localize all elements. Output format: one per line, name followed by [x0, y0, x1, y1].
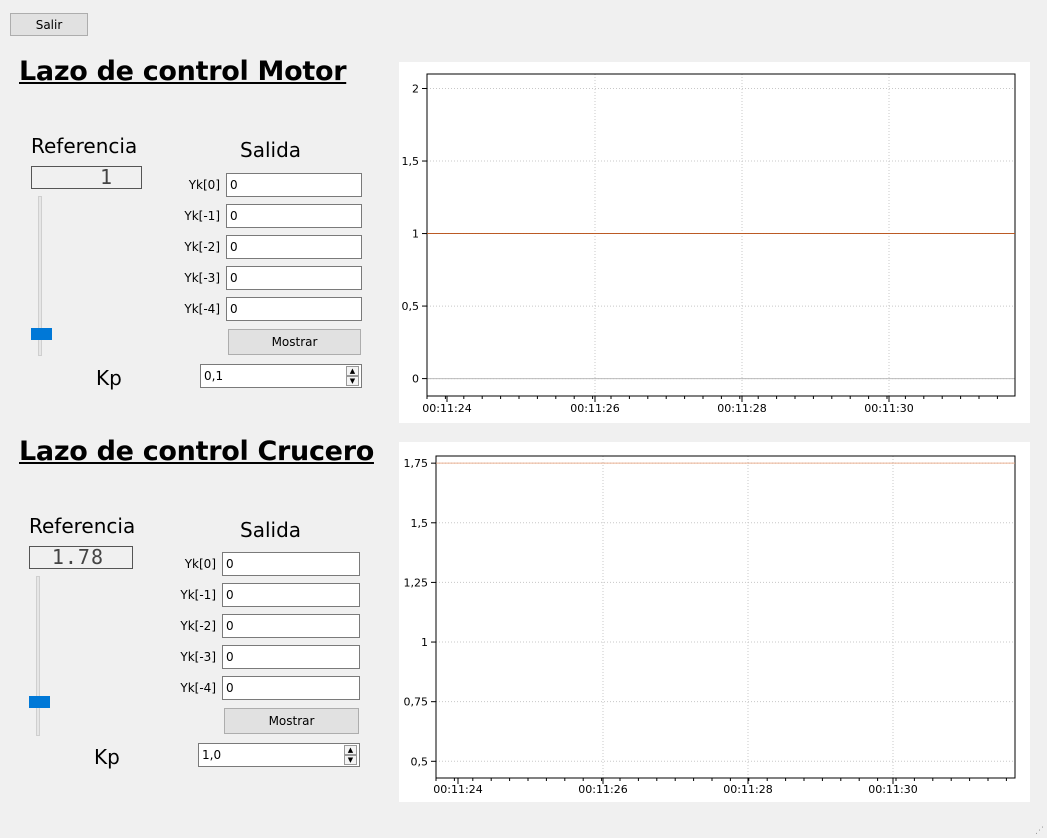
motor-title: Lazo de control Motor	[19, 56, 347, 87]
motor-kp-spinbox[interactable]: 0,1 ▲ ▼	[200, 364, 362, 388]
y-tick-label: 1,5	[411, 517, 429, 530]
crucero-title: Lazo de control Crucero	[19, 436, 374, 467]
crucero-yk1-label: Yk[-1]	[180, 588, 216, 602]
motor-yk3-label: Yk[-3]	[184, 271, 220, 285]
crucero-yk3-field[interactable]: 0	[222, 645, 360, 669]
x-tick-label: 00:11:30	[864, 402, 913, 415]
motor-yk2-field[interactable]: 0	[226, 235, 362, 259]
motor-yk1-field[interactable]: 0	[226, 204, 362, 228]
exit-button[interactable]: Salir	[10, 13, 88, 36]
y-tick-label: 1,25	[404, 576, 429, 589]
crucero-yk3-label: Yk[-3]	[180, 650, 216, 664]
motor-slider-handle[interactable]	[31, 328, 52, 340]
crucero-yk2-field[interactable]: 0	[222, 614, 360, 638]
crucero-yk0-label: Yk[0]	[184, 557, 216, 571]
motor-yk4-label: Yk[-4]	[184, 302, 220, 316]
y-tick-label: 1,75	[404, 457, 429, 470]
crucero-referencia-label: Referencia	[29, 514, 136, 538]
crucero-chart: 00:11:24 00:11:26 00:11:28 00:11:30 0,5 0,75 1…	[404, 455, 1016, 796]
x-tick-label: 00:11:26	[578, 783, 627, 796]
spin-up-icon[interactable]: ▲	[344, 745, 357, 755]
motor-mostrar-button[interactable]: Mostrar	[228, 329, 361, 355]
y-tick-label: 1,5	[402, 155, 420, 168]
crucero-yk4-field[interactable]: 0	[222, 676, 360, 700]
motor-yk0-field[interactable]: 0	[226, 173, 362, 197]
crucero-kp-label: Kp	[94, 745, 120, 769]
motor-plot: 00:11:24 00:11:26 00:11:28 00:11:30 0 0,5 1 1,5…	[399, 62, 1030, 423]
crucero-referencia-slider[interactable]	[36, 576, 40, 736]
x-tick-label: 00:11:24	[422, 402, 471, 415]
y-tick-label: 0,5	[402, 300, 420, 313]
spin-up-icon[interactable]: ▲	[346, 366, 359, 376]
motor-referencia-display: 1	[31, 166, 142, 189]
y-tick-label: 2	[412, 83, 419, 96]
spin-down-icon[interactable]: ▼	[344, 755, 357, 765]
x-tick-label: 00:11:30	[868, 783, 917, 796]
crucero-yk0-field[interactable]: 0	[222, 552, 360, 576]
y-tick-label: 1	[412, 228, 419, 241]
crucero-kp-value: 1,0	[202, 748, 222, 762]
motor-yk2-label: Yk[-2]	[184, 240, 220, 254]
plot-frame	[426, 73, 1016, 397]
resize-grip-icon[interactable]: ⋰	[1035, 826, 1045, 836]
motor-kp-label: Kp	[96, 366, 122, 390]
plot-frame	[435, 455, 1016, 779]
motor-chart: 00:11:24 00:11:26 00:11:28 00:11:30 0 0,5 1 1,5…	[402, 73, 1016, 415]
crucero-yk1-field[interactable]: 0	[222, 583, 360, 607]
x-tick-label: 00:11:28	[717, 402, 766, 415]
motor-yk4-field[interactable]: 0	[226, 297, 362, 321]
crucero-mostrar-button[interactable]: Mostrar	[224, 708, 359, 734]
y-tick-label: 1	[421, 636, 428, 649]
crucero-yk2-label: Yk[-2]	[180, 619, 216, 633]
motor-yk0-label: Yk[0]	[188, 178, 220, 192]
y-tick-label: 0,75	[404, 696, 429, 709]
x-tick-label: 00:11:24	[433, 783, 482, 796]
y-tick-label: 0,5	[411, 755, 429, 768]
crucero-plot: 00:11:24 00:11:26 00:11:28 00:11:30 0,5 0,75 1…	[399, 442, 1030, 802]
spin-down-icon[interactable]: ▼	[346, 376, 359, 386]
motor-referencia-label: Referencia	[31, 134, 138, 158]
crucero-slider-handle[interactable]	[29, 696, 50, 708]
motor-salida-label: Salida	[240, 138, 302, 162]
crucero-salida-label: Salida	[240, 518, 302, 542]
y-tick-label: 0	[412, 373, 419, 386]
crucero-yk4-label: Yk[-4]	[180, 681, 216, 695]
crucero-referencia-display: 1.78	[29, 546, 133, 569]
x-tick-label: 00:11:28	[723, 783, 772, 796]
motor-kp-value: 0,1	[204, 369, 224, 383]
crucero-kp-spinbox[interactable]: 1,0 ▲ ▼	[198, 743, 360, 767]
x-tick-label: 00:11:26	[570, 402, 619, 415]
motor-yk3-field[interactable]: 0	[226, 266, 362, 290]
motor-yk1-label: Yk[-1]	[184, 209, 220, 223]
